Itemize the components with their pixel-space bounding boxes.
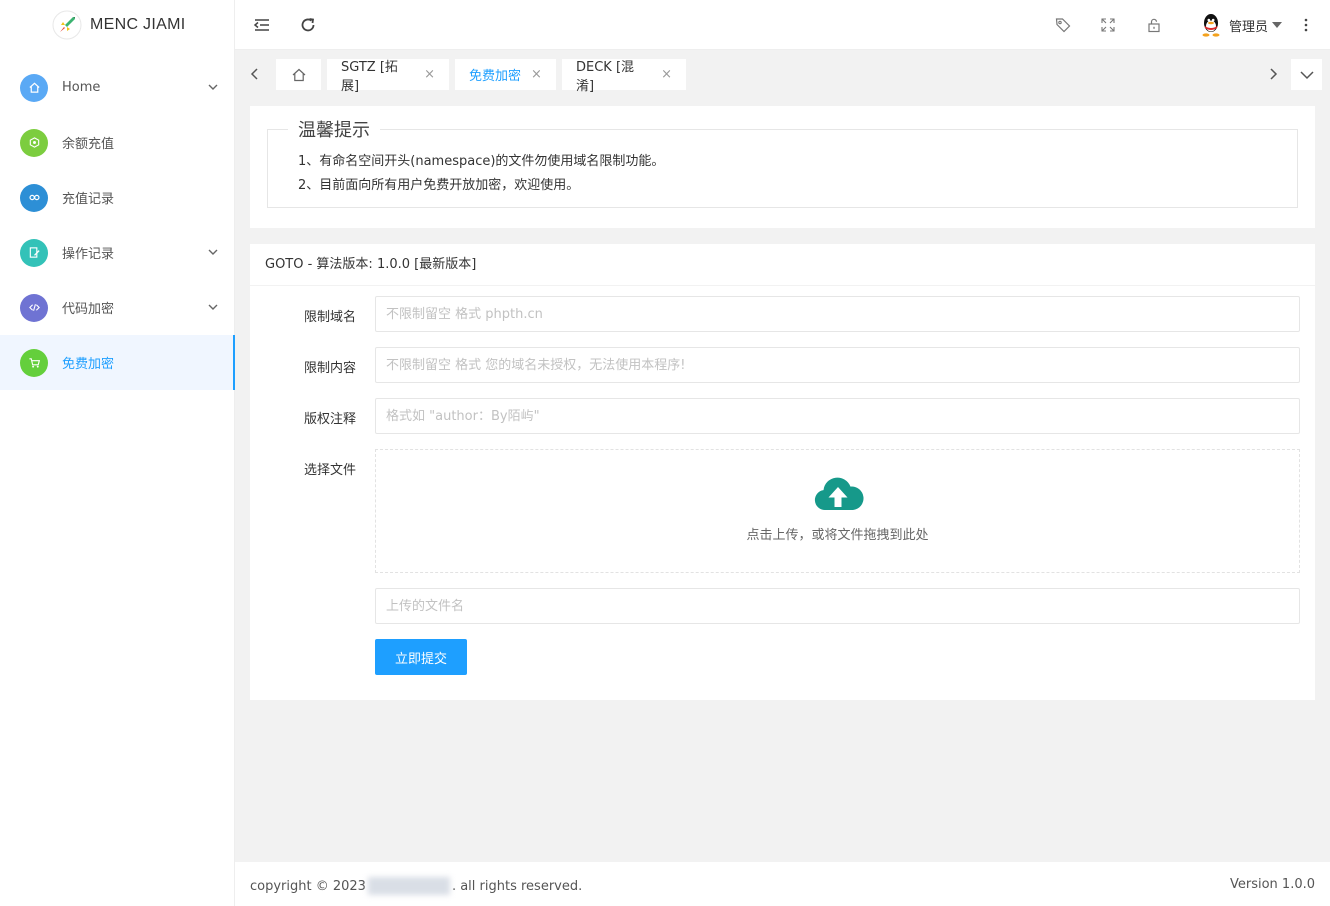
sidebar-item-label: 操作记录 [62,247,115,262]
sidebar-item-label: Home [62,80,101,95]
notice-line: 1、有命名空间开头(namespace)的文件勿使用域名限制功能。 [298,154,665,169]
sidebar-item-label: 余额充值 [62,137,115,152]
top-header: 管理员 [235,0,1330,50]
refresh-button[interactable] [296,13,320,37]
tab-home[interactable] [276,59,321,90]
link-icon [20,183,48,212]
menu-toggle-button[interactable] [250,13,274,37]
chevron-left-icon [250,68,258,80]
submit-button[interactable]: 立即提交 [375,639,467,675]
user-menu[interactable]: 管理员 [1201,12,1282,38]
sidebar-item-recharge[interactable]: 余额充值 [0,115,234,170]
close-icon[interactable]: × [424,67,435,82]
cart-icon [20,348,48,377]
avatar [1202,14,1220,37]
sidebar-item-label: 代码加密 [62,302,115,317]
tag-icon [1055,18,1071,33]
tabs-bar: SGTZ [拓展] × 免费加密 × DECK [混淆] × [235,50,1330,98]
notice-line: 2、目前面向所有用户免费开放加密，欢迎使用。 [298,178,580,193]
encrypt-form-card: GOTO - 算法版本: 1.0.0 [最新版本] 限制域名 限制内容 版权注释… [250,244,1315,700]
tab-label: DECK [混淆] [576,59,635,94]
notice-fieldset: 温馨提示 1、有命名空间开头(namespace)的文件勿使用域名限制功能。 2… [267,116,1298,208]
footer: copyright © 2023 . all rights reserved. … [235,862,1330,906]
file-upload-dropzone[interactable]: 点击上传，或将文件拖拽到此处 [375,449,1300,573]
content-input[interactable] [375,347,1300,383]
user-name: 管理员 [1228,19,1268,35]
rocket-logo-icon [52,10,82,40]
sidebar-item-free-encrypt[interactable]: 免费加密 [0,335,235,390]
sidebar-item-home[interactable]: Home [0,60,234,115]
caret-down-icon [1272,22,1282,28]
fullscreen-button[interactable] [1096,13,1120,37]
redacted-company-name [367,877,450,895]
wallet-icon [20,128,48,157]
domain-input[interactable] [375,296,1300,332]
sidebar-item-operation-records[interactable]: 操作记录 [0,225,234,280]
chevron-down-icon [208,249,218,255]
file-label: 选择文件 [304,463,357,478]
version-text: Version 1.0.0 [1229,877,1315,892]
home-icon [292,68,305,81]
copyright-input[interactable] [375,398,1300,434]
indent-icon [253,19,269,31]
tab-sgtz[interactable]: SGTZ [拓展] × [327,59,449,94]
home-icon [20,73,48,102]
tab-label: 免费加密 [469,69,522,84]
notice-title: 温馨提示 [298,120,370,141]
notice-card: 温馨提示 1、有命名空间开头(namespace)的文件勿使用域名限制功能。 2… [250,106,1315,228]
copyright-suffix: . all rights reserved. [451,878,583,894]
form-title: GOTO - 算法版本: 1.0.0 [最新版本] [250,244,1315,286]
tab-deck[interactable]: DECK [混淆] × [562,59,686,94]
upload-hint: 点击上传，或将文件拖拽到此处 [746,528,929,543]
chevron-down-icon [208,304,218,310]
domain-label: 限制域名 [304,310,357,325]
logo[interactable]: MENC JIAMI [0,0,234,50]
fullscreen-icon [1101,18,1115,32]
sidebar-menu: Home 余额充值 充值记录 操作记录 代码加密 免费加密 [0,60,235,390]
content-label: 限制内容 [304,361,357,376]
lock-icon [1148,18,1160,33]
chevron-right-icon [1270,68,1278,80]
app-title: MENC JIAMI [90,16,186,33]
filename-input[interactable] [375,588,1300,624]
tab-label: SGTZ [拓展] [341,59,398,94]
cloud-upload-icon [814,477,864,511]
sidebar-item-code-encrypt[interactable]: 代码加密 [0,280,234,335]
chevron-down-icon [1299,70,1314,79]
theme-button[interactable] [1051,13,1075,37]
copyright-prefix: copyright © 2023 [250,878,366,894]
tab-free-encrypt[interactable]: 免费加密 × [455,59,556,90]
close-icon[interactable]: × [531,67,542,82]
more-vertical-icon [1304,18,1308,32]
sidebar-item-recharge-records[interactable]: 充值记录 [0,170,234,225]
edit-icon [20,238,48,267]
chevron-down-icon [208,84,218,90]
sidebar: MENC JIAMI Home 余额充值 充值记录 操作记录 代码加密 免费加密 [0,0,235,906]
lock-screen-button[interactable] [1142,13,1166,37]
copyright-text: copyright © 2023 . all rights reserved. [250,877,582,895]
sidebar-item-label: 免费加密 [62,357,115,372]
copyright-label: 版权注释 [304,412,357,427]
more-button[interactable] [1294,13,1318,37]
tabs-scroll-left-button[interactable] [241,60,269,88]
sidebar-item-label: 充值记录 [62,192,115,207]
tabs-scroll-right-button[interactable] [1259,60,1287,88]
refresh-icon [301,18,315,32]
close-icon[interactable]: × [661,67,672,82]
tabs-dropdown-button[interactable] [1291,59,1322,90]
code-icon [20,293,48,322]
